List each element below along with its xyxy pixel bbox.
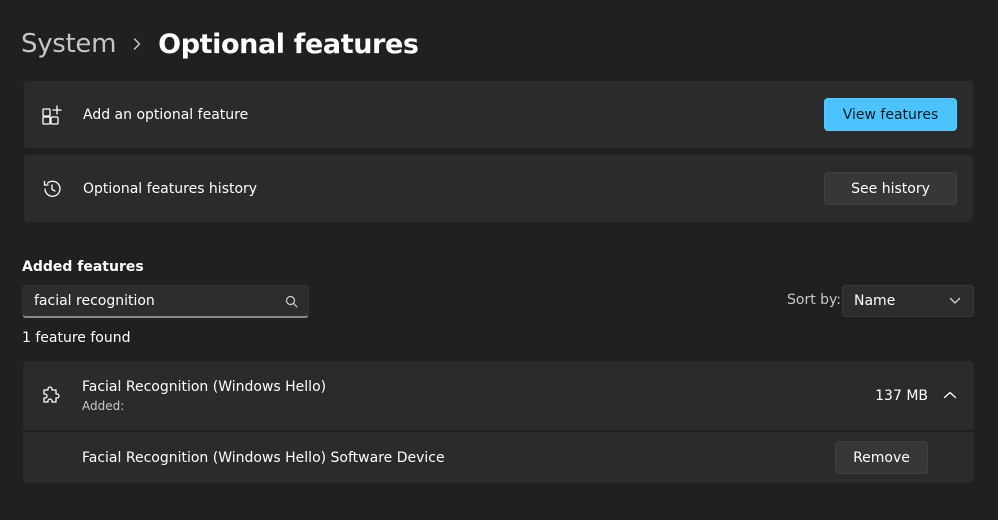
search-input-value[interactable]: facial recognition [34,293,283,309]
add-feature-card: Add an optional feature View features [23,80,974,149]
chevron-up-icon[interactable] [942,387,958,403]
sort-by-label: Sort by: [787,292,842,308]
see-history-button[interactable]: See history [824,172,957,205]
history-label: Optional features history [83,181,258,197]
settings-page: System Optional features Add an optional… [0,0,998,520]
feature-item-details: Facial Recognition (Windows Hello) Softw… [23,432,974,483]
search-input[interactable]: facial recognition [22,285,309,318]
remove-button[interactable]: Remove [835,441,928,474]
feature-name: Facial Recognition (Windows Hello) [82,379,327,395]
history-icon [41,178,63,200]
add-feature-label: Add an optional feature [83,107,249,123]
view-features-button[interactable]: View features [824,98,957,131]
chevron-down-icon [949,293,961,309]
breadcrumb-system-link[interactable]: System [21,29,116,59]
added-features-heading: Added features [22,259,144,275]
feature-size: 137 MB [875,388,928,404]
puzzle-icon [40,385,62,407]
feature-item-header[interactable]: Facial Recognition (Windows Hello) Added… [23,361,974,430]
sub-feature-name: Facial Recognition (Windows Hello) Softw… [82,450,445,466]
add-apps-icon [41,104,63,126]
feature-added-date: Added: [82,399,125,413]
page-title: Optional features [158,28,419,60]
history-card: Optional features history See history [23,154,974,223]
results-count: 1 feature found [22,330,131,346]
chevron-right-icon [116,37,158,51]
search-icon[interactable] [283,293,299,309]
sort-selected-value: Name [854,293,896,309]
sort-dropdown[interactable]: Name [842,285,974,317]
breadcrumb: System Optional features [21,24,419,64]
